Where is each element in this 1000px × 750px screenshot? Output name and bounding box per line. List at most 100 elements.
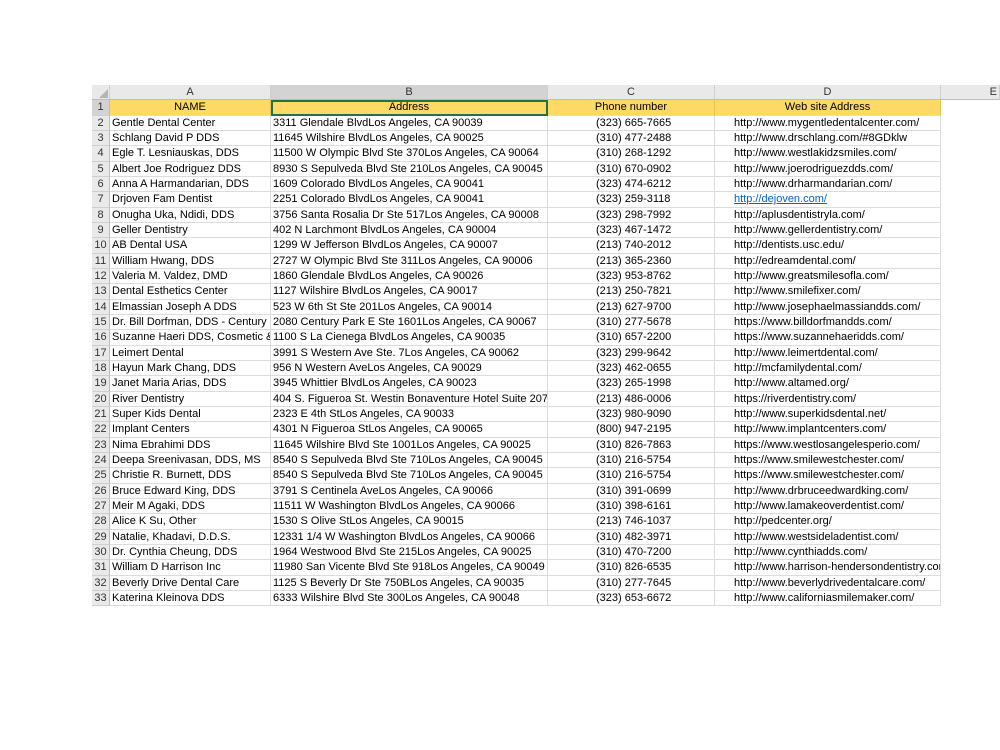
row-number[interactable]: 8: [92, 207, 110, 223]
address-cell[interactable]: 4301 N Figueroa StLos Angeles, CA 90065: [271, 422, 548, 438]
website-cell[interactable]: http://www.superkidsdental.net/: [715, 406, 941, 423]
empty-cell[interactable]: [941, 208, 1000, 223]
website-header-cell[interactable]: Web site Address: [715, 100, 941, 116]
address-cell[interactable]: 6333 Wilshire Blvd Ste 300Los Angeles, C…: [271, 590, 548, 607]
empty-cell[interactable]: [941, 162, 1000, 177]
phone-cell[interactable]: (323) 259-3118: [548, 192, 715, 208]
address-cell[interactable]: 1860 Glendale BlvdLos Angeles, CA 90026: [271, 268, 548, 285]
address-cell[interactable]: 1100 S La Cienega BlvdLos Angeles, CA 90…: [271, 330, 548, 346]
empty-cell[interactable]: [941, 131, 1000, 146]
row-number[interactable]: 29: [92, 529, 110, 545]
empty-cell[interactable]: [941, 591, 1000, 606]
name-cell[interactable]: AB Dental USA: [110, 238, 271, 254]
phone-cell[interactable]: (310) 670-0902: [548, 161, 715, 177]
address-cell[interactable]: 1125 S Beverly Dr Ste 750BLos Angeles, C…: [271, 575, 548, 591]
empty-cell[interactable]: [941, 330, 1000, 345]
website-cell[interactable]: http://www.drbruceedwardking.com/: [715, 483, 941, 499]
empty-cell[interactable]: [941, 346, 1000, 361]
phone-cell[interactable]: (310) 657-2200: [548, 330, 715, 346]
name-cell[interactable]: Christie R. Burnett, DDS: [110, 468, 271, 484]
name-cell[interactable]: Drjoven Fam Dentist: [110, 192, 271, 208]
website-cell[interactable]: http://edreamdental.com/: [715, 253, 941, 269]
address-cell[interactable]: 404 S. Figueroa St. Westin Bonaventure H…: [271, 391, 548, 407]
empty-cell[interactable]: [941, 468, 1000, 483]
empty-cell[interactable]: [941, 254, 1000, 269]
website-cell[interactable]: https://www.suzannehaeridds.com/: [715, 330, 941, 346]
name-cell[interactable]: Alice K Su, Other: [110, 514, 271, 530]
empty-cell[interactable]: [941, 392, 1000, 407]
name-cell[interactable]: Schlang David P DDS: [110, 130, 271, 147]
row-number[interactable]: 1: [92, 100, 110, 116]
name-cell[interactable]: Natalie, Khadavi, D.D.S.: [110, 529, 271, 545]
address-cell[interactable]: 956 N Western AveLos Angeles, CA 90029: [271, 360, 548, 377]
address-cell[interactable]: 2080 Century Park E Ste 1601Los Angeles,…: [271, 314, 548, 331]
phone-cell[interactable]: (310) 470-7200: [548, 544, 715, 561]
select-all-corner[interactable]: [92, 85, 110, 101]
website-cell[interactable]: http://www.mygentledentalcenter.com/: [715, 115, 941, 131]
row-number[interactable]: 12: [92, 268, 110, 285]
phone-cell[interactable]: (310) 477-2488: [548, 130, 715, 147]
row-number[interactable]: 14: [92, 299, 110, 315]
row-number[interactable]: 31: [92, 560, 110, 576]
name-cell[interactable]: Geller Dentistry: [110, 222, 271, 239]
empty-cell[interactable]: [941, 407, 1000, 422]
name-cell[interactable]: Dr. Cynthia Cheung, DDS: [110, 544, 271, 561]
row-number[interactable]: 20: [92, 391, 110, 407]
address-cell[interactable]: 1299 W Jefferson BlvdLos Angeles, CA 900…: [271, 238, 548, 254]
phone-cell[interactable]: (310) 398-6161: [548, 498, 715, 515]
row-number[interactable]: 24: [92, 452, 110, 469]
address-cell[interactable]: 8540 S Sepulveda Blvd Ste 710Los Angeles…: [271, 452, 548, 469]
address-cell[interactable]: 11645 Wilshire Blvd Ste 1001Los Angeles,…: [271, 437, 548, 453]
row-number[interactable]: 11: [92, 253, 110, 269]
phone-cell[interactable]: (323) 299-9642: [548, 345, 715, 361]
row-number[interactable]: 18: [92, 360, 110, 377]
empty-cell[interactable]: [941, 438, 1000, 453]
empty-cell[interactable]: [941, 361, 1000, 376]
name-cell[interactable]: Meir M Agaki, DDS: [110, 498, 271, 515]
website-cell[interactable]: https://www.westlosangelesperio.com/: [715, 437, 941, 453]
empty-cell[interactable]: [941, 530, 1000, 545]
website-cell[interactable]: http://www.westsideladentist.com/: [715, 529, 941, 545]
phone-cell[interactable]: (213) 746-1037: [548, 514, 715, 530]
website-cell[interactable]: http://www.drharmandarian.com/: [715, 176, 941, 193]
website-cell[interactable]: http://www.implantcenters.com/: [715, 422, 941, 438]
row-number[interactable]: 16: [92, 330, 110, 346]
address-cell[interactable]: 11500 W Olympic Blvd Ste 370Los Angeles,…: [271, 146, 548, 162]
phone-cell[interactable]: (323) 653-6672: [548, 590, 715, 607]
row-number[interactable]: 17: [92, 345, 110, 361]
website-cell[interactable]: http://www.altamed.org/: [715, 376, 941, 392]
phone-cell[interactable]: (213) 365-2360: [548, 253, 715, 269]
row-number[interactable]: 25: [92, 468, 110, 484]
phone-cell[interactable]: (323) 980-9090: [548, 406, 715, 423]
website-cell[interactable]: https://www.smilewestchester.com/: [715, 452, 941, 469]
empty-cell[interactable]: [941, 116, 1000, 131]
name-cell[interactable]: Gentle Dental Center: [110, 115, 271, 131]
phone-header-cell[interactable]: Phone number: [548, 100, 715, 116]
address-cell[interactable]: 11645 Wilshire BlvdLos Angeles, CA 90025: [271, 130, 548, 147]
empty-cell[interactable]: [941, 100, 1000, 115]
row-number[interactable]: 30: [92, 544, 110, 561]
name-cell[interactable]: Dr. Bill Dorfman, DDS - Century C: [110, 314, 271, 331]
website-cell[interactable]: http://www.drschlang.com/#8GDklw: [715, 130, 941, 147]
empty-cell[interactable]: [941, 376, 1000, 391]
address-cell[interactable]: 3311 Glendale BlvdLos Angeles, CA 90039: [271, 115, 548, 131]
empty-cell[interactable]: [941, 514, 1000, 529]
website-cell[interactable]: https://www.billdorfmandds.com/: [715, 314, 941, 331]
name-cell[interactable]: Bruce Edward King, DDS: [110, 483, 271, 499]
row-number[interactable]: 22: [92, 422, 110, 438]
name-cell[interactable]: Suzanne Haeri DDS, Cosmetic & C: [110, 330, 271, 346]
name-cell[interactable]: Hayun Mark Chang, DDS: [110, 360, 271, 377]
row-number[interactable]: 32: [92, 575, 110, 591]
address-cell[interactable]: 523 W 6th St Ste 201Los Angeles, CA 9001…: [271, 299, 548, 315]
row-number[interactable]: 7: [92, 192, 110, 208]
address-cell[interactable]: 2251 Colorado BlvdLos Angeles, CA 90041: [271, 192, 548, 208]
website-cell[interactable]: http://www.beverlydrivedentalcare.com/: [715, 575, 941, 591]
address-cell[interactable]: 1609 Colorado BlvdLos Angeles, CA 90041: [271, 176, 548, 193]
website-cell[interactable]: http://www.joerodriguezdds.com/: [715, 161, 941, 177]
website-cell[interactable]: http://dejoven.com/: [715, 192, 941, 208]
row-number[interactable]: 15: [92, 314, 110, 331]
row-number[interactable]: 13: [92, 284, 110, 300]
row-number[interactable]: 4: [92, 146, 110, 162]
address-cell[interactable]: 1964 Westwood Blvd Ste 215Los Angeles, C…: [271, 544, 548, 561]
empty-cell[interactable]: [941, 223, 1000, 238]
